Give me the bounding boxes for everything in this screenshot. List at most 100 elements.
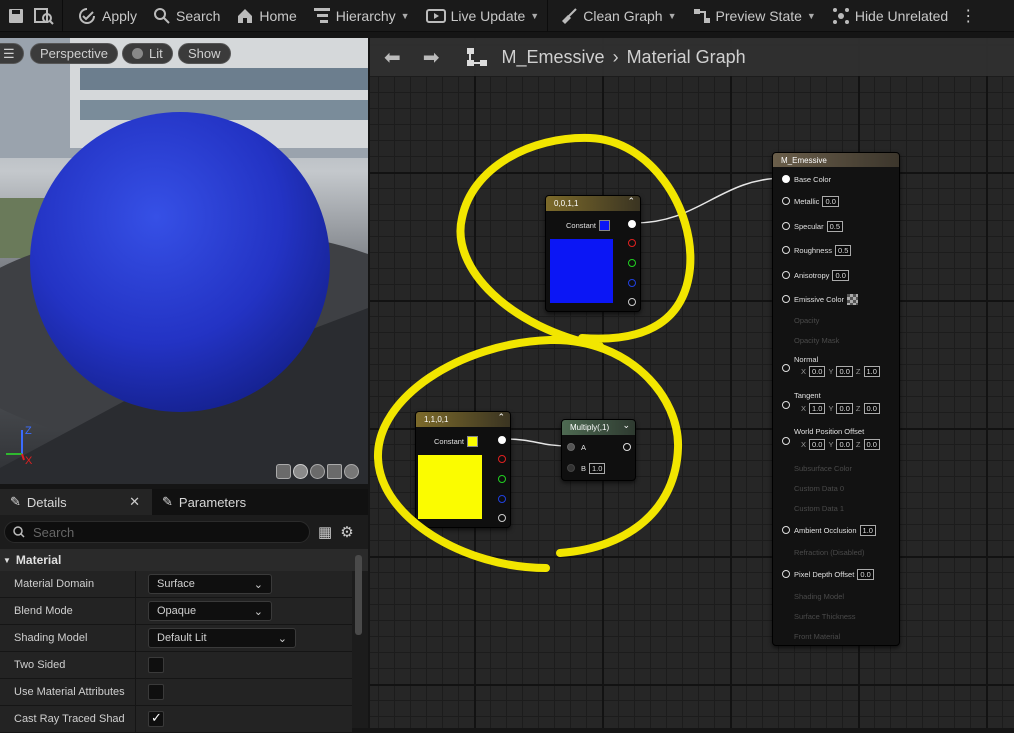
cube-icon[interactable] (327, 464, 342, 479)
collapse-icon[interactable]: ⌃ (497, 412, 505, 423)
live-update-button[interactable]: Live Update ▼ (418, 0, 548, 32)
dropdown-value: Surface (157, 578, 195, 590)
output-pin-r[interactable] (628, 239, 636, 247)
output-pin-rgb[interactable] (498, 436, 506, 444)
hamburger-icon: ☰ (3, 45, 15, 61)
details-scrollbar[interactable] (355, 555, 362, 635)
color-swatch[interactable] (599, 220, 611, 231)
back-arrow-icon[interactable]: ⬅ (384, 45, 401, 70)
material-graph[interactable]: ⬅ ➡ M_Emessive › Material Graph 0,0,1,1 ⌃… (370, 38, 1014, 728)
sphere-icon[interactable] (293, 464, 308, 479)
pin-a-label: A (581, 443, 586, 452)
normal-y-input[interactable]: 0.0 (836, 366, 853, 377)
preview-state-button[interactable]: Preview State ▼ (685, 0, 824, 32)
input-pin-wpo[interactable] (782, 437, 790, 445)
lit-button[interactable]: Lit (122, 43, 173, 64)
input-pin-normal[interactable] (782, 364, 790, 372)
emissive-label: Emissive Color (794, 295, 845, 304)
metallic-input[interactable]: 0.0 (822, 196, 839, 207)
close-icon[interactable]: ✕ (129, 494, 140, 510)
input-pin-b[interactable] (567, 464, 575, 472)
input-pin-specular[interactable] (782, 222, 790, 230)
constant-label: Constant (434, 437, 465, 446)
output-pin-g[interactable] (498, 475, 506, 483)
material-result-node[interactable]: M_Emessive Base Color Metallic 0.0 Specul… (772, 152, 900, 646)
input-pin-pdo[interactable] (782, 570, 790, 578)
collapse-icon[interactable]: ⌄ (622, 420, 630, 431)
b-value-input[interactable]: 1.0 (589, 463, 606, 474)
input-pin-roughness[interactable] (782, 246, 790, 254)
pin-label-disabled: Custom Data 0 (794, 484, 844, 493)
constant-node-blue[interactable]: 0,0,1,1 ⌃ Constant (545, 195, 641, 312)
clean-graph-button[interactable]: Clean Graph ▼ (548, 0, 684, 32)
forward-arrow-icon[interactable]: ➡ (423, 45, 440, 70)
browse-button[interactable] (32, 0, 62, 32)
output-pin-rgb[interactable] (628, 220, 636, 228)
pdo-input[interactable]: 0.0 (857, 569, 874, 580)
input-pin-metallic[interactable] (782, 197, 790, 205)
more-options-button[interactable]: ⋮ (956, 0, 980, 32)
breadcrumb-view[interactable]: Material Graph (627, 47, 746, 68)
perspective-button[interactable]: Perspective (30, 43, 118, 64)
output-pin-a[interactable] (498, 514, 506, 522)
output-pin-r[interactable] (498, 455, 506, 463)
constant-label: Constant (566, 221, 597, 230)
material-domain-dropdown[interactable]: Surface ⌄ (148, 574, 272, 594)
tangent-y-input[interactable]: 0.0 (836, 403, 853, 414)
use-material-attributes-checkbox[interactable] (148, 684, 164, 700)
pencil-icon: ✎ (10, 494, 21, 509)
color-swatch[interactable] (467, 436, 479, 447)
tab-details[interactable]: ✎ Details ✕ (0, 489, 152, 515)
home-button[interactable]: Home (228, 0, 304, 32)
ao-input[interactable]: 1.0 (859, 525, 876, 536)
viewport-menu-button[interactable]: ☰ (0, 43, 24, 64)
input-pin-a[interactable] (567, 443, 575, 451)
constant-node-yellow[interactable]: 1,1,0,1 ⌃ Constant (415, 411, 511, 528)
normal-z-input[interactable]: 1.0 (863, 366, 880, 377)
multiply-node[interactable]: Multiply(,1) ⌄ A B 1.0 (561, 419, 636, 481)
apply-button[interactable]: Apply (63, 0, 145, 32)
wpo-y-input[interactable]: 0.0 (836, 439, 853, 450)
wpo-z-input[interactable]: 0.0 (863, 439, 880, 450)
input-pin-emissive[interactable] (782, 295, 790, 303)
tangent-z-input[interactable]: 0.0 (863, 403, 880, 414)
output-pin-b[interactable] (628, 279, 636, 287)
input-pin-base-color[interactable] (782, 175, 790, 183)
save-button[interactable] (0, 0, 32, 32)
input-pin-ao[interactable] (782, 526, 790, 534)
hierarchy-button[interactable]: Hierarchy ▼ (305, 0, 418, 32)
output-pin-g[interactable] (628, 259, 636, 267)
gear-icon[interactable]: ⚙ (340, 523, 353, 541)
shading-model-dropdown[interactable]: Default Lit ⌄ (148, 628, 296, 648)
plane-icon[interactable] (310, 464, 325, 479)
two-sided-checkbox[interactable] (148, 657, 164, 673)
blend-mode-dropdown[interactable]: Opaque ⌄ (148, 601, 272, 621)
specular-input[interactable]: 0.5 (826, 221, 844, 232)
collapse-icon[interactable]: ⌃ (627, 196, 635, 207)
cylinder-icon[interactable] (276, 464, 291, 479)
category-material[interactable]: ▼ Material (0, 549, 368, 571)
tab-parameters[interactable]: ✎ Parameters (152, 489, 256, 515)
output-pin-b[interactable] (498, 495, 506, 503)
table-view-icon[interactable]: ▦ (318, 523, 332, 541)
show-button[interactable]: Show (178, 43, 231, 64)
tangent-x-input[interactable]: 1.0 (809, 403, 826, 414)
breadcrumb-asset[interactable]: M_Emessive (502, 47, 605, 68)
details-search-input[interactable]: Search (4, 521, 310, 543)
cast-ray-traced-shadows-checkbox[interactable]: ✓ (148, 710, 164, 727)
checker-swatch[interactable] (847, 294, 859, 305)
anisotropy-input[interactable]: 0.0 (832, 270, 849, 281)
output-pin[interactable] (623, 443, 631, 451)
axis-z-label: Z (25, 425, 32, 437)
output-pin-a[interactable] (628, 298, 636, 306)
normal-x-input[interactable]: 0.0 (809, 366, 826, 377)
search-button[interactable]: Search (145, 0, 228, 32)
input-pin-anisotropy[interactable] (782, 271, 790, 279)
preview-viewport[interactable]: ☰ Perspective Lit Show Z X (0, 38, 368, 484)
input-pin-tangent[interactable] (782, 401, 790, 409)
chevron-down-icon: ⌄ (253, 578, 263, 591)
teapot-icon[interactable] (344, 464, 359, 479)
roughness-input[interactable]: 0.5 (834, 245, 852, 256)
hide-unrelated-button[interactable]: Hide Unrelated (824, 0, 956, 32)
wpo-x-input[interactable]: 0.0 (809, 439, 826, 450)
